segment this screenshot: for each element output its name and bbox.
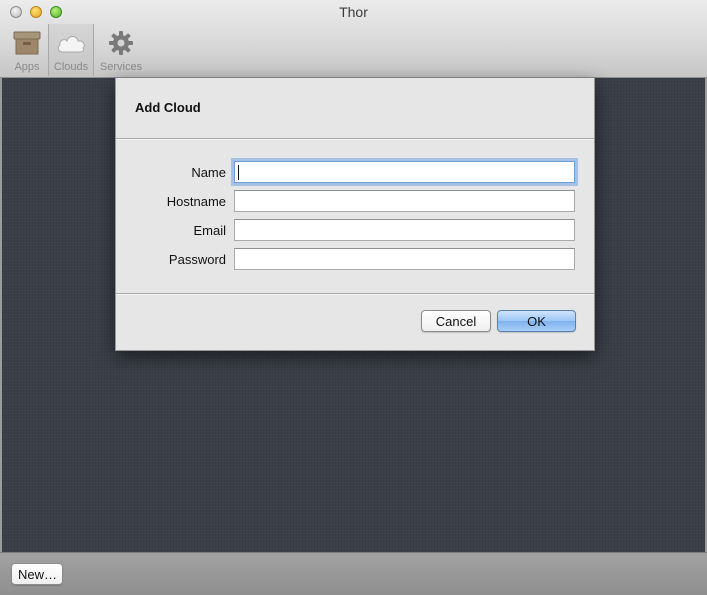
new-button[interactable]: New… <box>11 563 63 585</box>
app-window: Thor Apps Clouds Services New… Add Cloud… <box>0 0 707 595</box>
ok-button[interactable]: OK <box>497 310 576 332</box>
toolbar-label-services: Services <box>99 61 143 73</box>
gear-icon <box>108 30 134 59</box>
toolbar-item-clouds[interactable]: Clouds <box>48 24 94 76</box>
title-toolbar: Thor Apps Clouds Services <box>0 0 707 78</box>
dialog-header: Add Cloud <box>116 78 594 139</box>
toolbar-item-services[interactable]: Services <box>96 24 146 76</box>
password-label: Password <box>168 252 226 267</box>
window-title: Thor <box>339 4 368 20</box>
cloud-icon <box>55 30 87 59</box>
divider <box>116 138 594 140</box>
toolbar-label-clouds: Clouds <box>53 61 89 73</box>
text-cursor <box>238 165 239 180</box>
box-icon <box>13 30 41 59</box>
hostname-field[interactable] <box>234 190 575 212</box>
email-field[interactable] <box>234 219 575 241</box>
cancel-button[interactable]: Cancel <box>421 310 491 332</box>
name-label: Name <box>191 165 226 180</box>
toolbar-label-apps: Apps <box>14 61 40 73</box>
password-field[interactable] <box>234 248 575 270</box>
toolbar-item-apps[interactable]: Apps <box>6 24 48 76</box>
divider <box>116 293 594 295</box>
email-label: Email <box>193 223 226 238</box>
dialog-title: Add Cloud <box>135 100 201 115</box>
hostname-label: Hostname <box>166 194 226 209</box>
add-cloud-dialog: Add Cloud Name Hostname Email Password C… <box>115 78 595 351</box>
bottom-bar: New… <box>0 552 707 595</box>
name-field[interactable] <box>234 161 575 183</box>
